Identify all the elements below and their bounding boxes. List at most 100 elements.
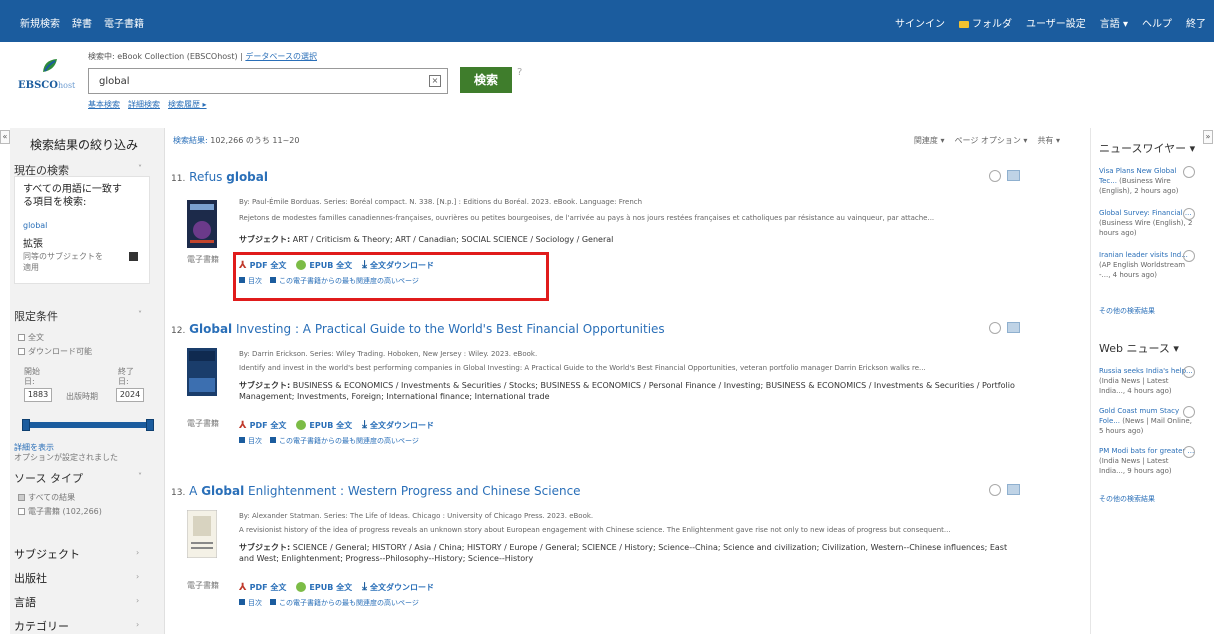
limiters-heading[interactable]: 限定条件 xyxy=(14,308,58,324)
sort-relevance-menu[interactable]: 関連度 ▾ xyxy=(914,135,945,146)
relevant-pages-link[interactable]: この電子書籍からの最も関連度の高いページ xyxy=(270,598,419,608)
result-title[interactable]: 12. Global Investing : A Practical Guide… xyxy=(171,322,665,336)
news-preview-icon[interactable] xyxy=(1183,166,1195,178)
web-news-heading[interactable]: Web ニュース ▾ xyxy=(1099,340,1179,356)
book-cover-image[interactable] xyxy=(187,510,217,558)
preview-icon[interactable] xyxy=(989,170,1001,182)
pdf-fulltext-link[interactable]: ⅄ PDF 全文 xyxy=(239,582,286,593)
ebooks-link[interactable]: 電子書籍 xyxy=(104,15,144,30)
news-source: (AP English Worldstream -..., 4 hours ag… xyxy=(1099,261,1186,279)
downloadable-checkbox[interactable]: ダウンロード可能 xyxy=(18,346,92,357)
news-item[interactable]: Russia seeks India's help... (India News… xyxy=(1099,366,1195,396)
folder-link[interactable]: フォルダ xyxy=(958,15,1012,30)
slider-left-handle[interactable] xyxy=(22,419,30,431)
category-facet[interactable]: カテゴリー xyxy=(14,618,69,634)
result-title[interactable]: 13. A Global Enlightenment : Western Pro… xyxy=(171,484,581,498)
news-preview-icon[interactable] xyxy=(1183,250,1195,262)
search-term[interactable]: global xyxy=(23,221,47,230)
advanced-search-link[interactable]: 詳細検索 xyxy=(128,99,160,110)
news-item[interactable]: Gold Coast mum Stacy Fole... (News | Mai… xyxy=(1099,406,1195,436)
add-to-folder-icon[interactable] xyxy=(1007,170,1020,181)
chevron-right-icon[interactable]: › xyxy=(136,572,139,581)
news-preview-icon[interactable] xyxy=(1183,446,1195,458)
choose-database-link[interactable]: データベースの選択 xyxy=(245,52,317,61)
result-number: 13. xyxy=(171,488,186,498)
pdf-fulltext-link[interactable]: ⅄ PDF 全文 xyxy=(239,420,286,431)
search-input[interactable]: global × xyxy=(88,68,448,94)
subject-list[interactable]: ART / Criticism & Theory; ART / Canadian… xyxy=(293,235,614,244)
help-icon[interactable]: ? xyxy=(517,67,522,78)
result-number: 12. xyxy=(171,326,186,336)
source-type-heading[interactable]: ソース タイプ xyxy=(14,470,83,486)
download-link[interactable]: ⤓ 全文ダウンロード xyxy=(362,418,434,432)
toc-link[interactable]: 目次 xyxy=(239,436,262,446)
chevron-right-icon[interactable]: › xyxy=(136,548,139,557)
news-item[interactable]: Global Survey: Financial ... (Business W… xyxy=(1099,208,1195,238)
publisher-facet[interactable]: 出版社 xyxy=(14,570,47,586)
clear-icon[interactable]: × xyxy=(429,75,441,87)
search-history-link[interactable]: 検索履歴 ▸ xyxy=(168,99,207,110)
preview-icon[interactable] xyxy=(989,322,1001,334)
more-results-link[interactable]: その他の検索結果 xyxy=(1099,306,1155,316)
result-subjects: サブジェクト: BUSINESS & ECONOMICS / Investmen… xyxy=(239,380,1019,402)
ebooks-checkbox[interactable]: 電子書籍 (102,266) xyxy=(18,506,102,517)
epub-fulltext-link[interactable]: EPUB 全文 xyxy=(296,420,352,431)
book-cover-image[interactable] xyxy=(187,348,217,396)
chevron-down-icon[interactable]: ˅ xyxy=(138,164,142,173)
toc-link[interactable]: 目次 xyxy=(239,598,262,608)
pub-date-label: 出版時期 xyxy=(66,392,98,401)
preferences-link[interactable]: ユーザー設定 xyxy=(1026,15,1086,30)
more-results-link[interactable]: その他の検索結果 xyxy=(1099,494,1155,504)
relevant-pages-link[interactable]: この電子書籍からの最も関連度の高いページ xyxy=(270,436,419,446)
news-preview-icon[interactable] xyxy=(1183,406,1195,418)
new-search-link[interactable]: 新規検索 xyxy=(20,15,60,30)
remove-expander-icon[interactable] xyxy=(129,252,138,261)
newswire-heading[interactable]: ニュースワイヤー ▾ xyxy=(1099,140,1195,156)
result-description: Identify and invest in the world's best … xyxy=(239,364,926,372)
help-link[interactable]: ヘルプ xyxy=(1142,15,1172,30)
language-facet[interactable]: 言語 xyxy=(14,594,36,610)
collapse-left-icon[interactable]: « xyxy=(0,130,10,144)
add-to-folder-icon[interactable] xyxy=(1007,484,1020,495)
epub-fulltext-link[interactable]: EPUB 全文 xyxy=(296,582,352,593)
search-button[interactable]: 検索 xyxy=(460,67,512,93)
result-title[interactable]: 11. Refus global xyxy=(171,170,268,184)
news-preview-icon[interactable] xyxy=(1183,366,1195,378)
all-results-checkbox[interactable]: すべての結果 xyxy=(18,492,75,503)
language-menu[interactable]: 言語 ▾ xyxy=(1100,15,1128,30)
news-title: Iranian leader visits Ind... xyxy=(1099,251,1188,259)
download-icon: ⤓ xyxy=(362,418,367,431)
pdf-icon: ⅄ xyxy=(239,419,247,431)
date-range-slider[interactable] xyxy=(22,419,154,431)
download-link[interactable]: ⤓ 全文ダウンロード xyxy=(362,580,434,594)
preview-icon[interactable] xyxy=(989,484,1001,496)
dictionary-link[interactable]: 辞書 xyxy=(72,15,92,30)
chevron-right-icon[interactable]: › xyxy=(136,620,139,629)
exit-link[interactable]: 終了 xyxy=(1186,15,1206,30)
subject-list[interactable]: SCIENCE / General; HISTORY / Asia / Chin… xyxy=(239,543,1007,563)
search-query: global xyxy=(99,76,130,87)
year-from-input[interactable]: 1883 xyxy=(24,388,52,402)
all-words-line1: すべての用語に一致す xyxy=(23,184,122,195)
share-menu[interactable]: 共有 ▾ xyxy=(1037,135,1060,146)
news-preview-icon[interactable] xyxy=(1183,208,1195,220)
ebsco-logo: EBSCOhost xyxy=(18,56,88,96)
chevron-down-icon[interactable]: ˅ xyxy=(138,472,142,481)
basic-search-link[interactable]: 基本検索 xyxy=(88,99,120,110)
fulltext-checkbox[interactable]: 全文 xyxy=(18,332,44,343)
subject-facet[interactable]: サブジェクト xyxy=(14,546,80,562)
subject-list[interactable]: BUSINESS & ECONOMICS / Investments & Sec… xyxy=(239,381,1015,401)
sign-in-link[interactable]: サインイン xyxy=(895,15,945,30)
chevron-down-icon[interactable]: ˅ xyxy=(138,310,142,319)
slider-right-handle[interactable] xyxy=(146,419,154,431)
collapse-right-icon[interactable]: » xyxy=(1203,130,1213,144)
news-item[interactable]: Visa Plans New Global Tec... (Business W… xyxy=(1099,166,1195,196)
book-cover-image[interactable] xyxy=(187,200,217,248)
download-row: ⅄ PDF 全文 EPUB 全文 ⤓ 全文ダウンロード xyxy=(239,418,434,432)
page-options-menu[interactable]: ページ オプション ▾ xyxy=(954,135,1027,146)
news-item[interactable]: PM Modi bats for greater ... (India News… xyxy=(1099,446,1195,476)
news-item[interactable]: Iranian leader visits Ind... (AP English… xyxy=(1099,250,1195,280)
add-to-folder-icon[interactable] xyxy=(1007,322,1020,333)
year-to-input[interactable]: 2024 xyxy=(116,388,144,402)
chevron-right-icon[interactable]: › xyxy=(136,596,139,605)
